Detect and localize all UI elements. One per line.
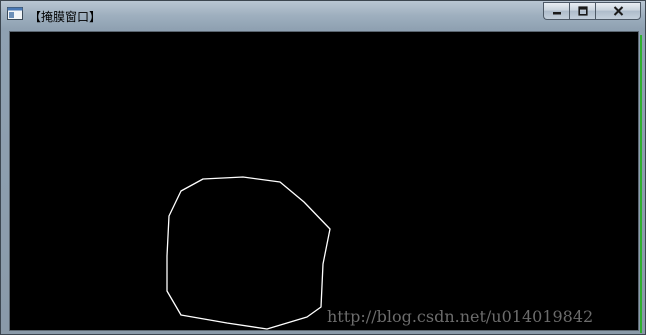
mask-contour	[166, 176, 331, 330]
title-bar[interactable]: 【掩膜窗口】	[1, 1, 645, 27]
mask-window: 【掩膜窗口】 http://blog.csdn.net/u014019842	[0, 0, 646, 335]
watermark-text: http://blog.csdn.net/u014019842	[327, 307, 594, 326]
app-window-icon	[7, 7, 23, 20]
maximize-icon	[577, 6, 588, 16]
maximize-button[interactable]	[569, 2, 595, 20]
mask-canvas-area[interactable]	[9, 31, 639, 331]
close-icon	[613, 6, 623, 16]
caption-buttons	[543, 2, 641, 21]
close-button[interactable]	[595, 2, 641, 20]
minimize-icon	[552, 12, 561, 15]
window-title: 【掩膜窗口】	[29, 10, 102, 24]
mask-canvas[interactable]	[10, 32, 639, 331]
window-edge-highlight	[640, 35, 642, 333]
minimize-button[interactable]	[543, 2, 569, 20]
